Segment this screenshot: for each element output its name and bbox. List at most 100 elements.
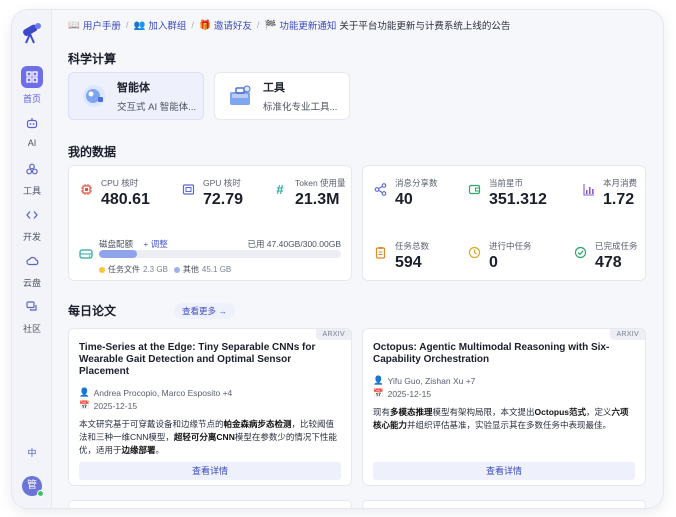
source-tag: ARXIV bbox=[316, 329, 351, 340]
gift-icon: 🎁 bbox=[199, 19, 211, 31]
science-section-title: 科学计算 bbox=[68, 52, 117, 66]
paper-authors: 👤 Yifu Guo, Zishan Xu +7 bbox=[373, 375, 476, 386]
paper-authors: 👤 Andrea Procopio, Marco Esposito +4 bbox=[79, 387, 233, 398]
app-window: 首页 AI 工具 开发 云盘 社区 中 管 📖 用户手册 / 👥 加入群组 / … bbox=[12, 10, 663, 508]
sidebar-item-label: 开发 bbox=[22, 232, 41, 242]
check-circle-icon bbox=[573, 245, 587, 259]
stat-label: 已完成任务 bbox=[595, 241, 638, 251]
hash-icon: # bbox=[276, 181, 284, 197]
stat-label: 进行中任务 bbox=[489, 241, 532, 251]
handbook-link[interactable]: 📖 用户手册 bbox=[68, 18, 121, 33]
sidebar-item-label: 首页 bbox=[22, 94, 41, 104]
stat-value: 594 bbox=[395, 254, 422, 271]
calendar-icon: 📅 bbox=[373, 388, 384, 398]
user-icon: 👤 bbox=[373, 375, 384, 385]
legend-other: 其他 45.1 GB bbox=[173, 264, 231, 275]
tasks-running-stat: 进行中任务 0 bbox=[467, 240, 532, 272]
adjust-quota-button[interactable]: + 调整 bbox=[143, 239, 167, 249]
sidebar-item-community[interactable]: 社区 bbox=[12, 296, 52, 335]
gpu-card-icon bbox=[181, 182, 195, 196]
stat-value: 40 bbox=[395, 191, 413, 208]
tool-desc: 交互式 AI 智能体... bbox=[117, 102, 197, 113]
my-data-section-title: 我的数据 bbox=[68, 145, 117, 159]
sidebar-item-label: AI bbox=[27, 138, 37, 148]
bar-chart-icon bbox=[581, 182, 595, 196]
top-links-bar: 📖 用户手册 / 👥 加入群组 / 🎁 邀请好友 / 🏁 功能更新通知 关于平台… bbox=[68, 18, 510, 33]
tool-name: 智能体 bbox=[117, 82, 150, 94]
sidebar-item-ai[interactable]: AI bbox=[12, 112, 52, 148]
stat-value: 0 bbox=[489, 254, 498, 271]
gpu-stat: GPU 核时 72.79 bbox=[181, 177, 243, 209]
sidebar-item-home[interactable]: 首页 bbox=[12, 66, 52, 105]
notice-label: 功能更新通知 bbox=[279, 21, 337, 32]
avatar-initial: 管 bbox=[27, 480, 37, 491]
paper-date: 📅 2025-12-15 bbox=[79, 400, 138, 411]
home-grid-icon bbox=[21, 66, 43, 88]
paper-card-next bbox=[362, 500, 646, 508]
month-spend-stat: 本月消费 1.72 bbox=[581, 177, 637, 209]
invite-label: 邀请好友 bbox=[213, 21, 252, 32]
sidebar-item-cloud[interactable]: 云盘 bbox=[12, 250, 52, 289]
wallet-icon bbox=[467, 182, 481, 196]
stat-value: 480.61 bbox=[101, 191, 150, 208]
invite-link[interactable]: 🎁 邀请好友 bbox=[199, 18, 252, 33]
papers-section-title: 每日论文 bbox=[68, 304, 117, 318]
disk-drive-icon bbox=[79, 249, 93, 259]
sidebar-item-label: 工具 bbox=[22, 186, 41, 196]
user-avatar[interactable]: 管 bbox=[22, 476, 44, 497]
notice-link[interactable]: 🏁 功能更新通知 bbox=[264, 18, 337, 33]
stat-value: 72.79 bbox=[203, 191, 244, 208]
flag-icon: 🏁 bbox=[264, 19, 277, 31]
online-status-dot bbox=[37, 490, 44, 497]
view-details-button[interactable]: 查看详情 bbox=[79, 462, 341, 480]
disk-label: 磁盘配额 bbox=[99, 239, 134, 249]
stat-label: 本月消费 bbox=[603, 178, 638, 188]
sidebar-item-tools[interactable]: 工具 bbox=[12, 158, 52, 197]
paper-title[interactable]: Octopus: Agentic Multimodal Reasoning wi… bbox=[373, 342, 623, 366]
tool-card-agent[interactable]: 智能体 交互式 AI 智能体... bbox=[68, 72, 204, 120]
paper-summary: 现有多模态推理模型有架构局限，本文提出Octopus范式，定义六项核心能力并组织… bbox=[373, 407, 629, 430]
tool-desc: 标准化专业工具... bbox=[263, 102, 338, 113]
tasks-done-stat: 已完成任务 478 bbox=[573, 240, 638, 272]
stat-label: 消息分享数 bbox=[395, 178, 438, 188]
coins-stat: 当前星币 351.312 bbox=[467, 177, 547, 209]
stat-label: GPU 核时 bbox=[203, 178, 241, 188]
code-icon bbox=[21, 204, 43, 226]
tool-card-tools[interactable]: 工具 标准化专业工具... bbox=[214, 72, 350, 120]
disk-usage-bar bbox=[99, 250, 341, 258]
stat-label: CPU 核时 bbox=[101, 178, 139, 188]
messages-stat: 消息分享数 40 bbox=[373, 177, 438, 209]
view-more-button[interactable]: 查看更多 → bbox=[174, 303, 235, 319]
group-icon: 👥 bbox=[133, 19, 146, 31]
paper-card[interactable]: ARXIV Time-Series at the Edge: Tiny Sepa… bbox=[68, 328, 352, 486]
toolbox-icon bbox=[230, 85, 251, 105]
sidebar-item-label: 云盘 bbox=[22, 278, 41, 288]
cpu-chip-icon bbox=[79, 182, 93, 196]
tool-name: 工具 bbox=[263, 82, 285, 94]
token-stat: # Token 使用量 21.3M bbox=[273, 177, 345, 209]
robot-icon bbox=[21, 112, 43, 134]
paper-card[interactable]: ARXIV Octopus: Agentic Multimodal Reason… bbox=[362, 328, 646, 486]
sidebar-item-dev[interactable]: 开发 bbox=[12, 204, 52, 243]
disk-quota-row: 磁盘配额 + 调整 已用 47.40GB/300.00GB bbox=[99, 238, 341, 250]
stat-label: 任务总数 bbox=[395, 241, 430, 251]
view-details-button[interactable]: 查看详情 bbox=[373, 462, 635, 480]
stat-value: 478 bbox=[595, 254, 622, 271]
disk-usage-fill bbox=[99, 250, 138, 258]
notice-text[interactable]: 关于平台功能更新与计费系统上线的公告 bbox=[339, 18, 510, 32]
paper-summary: 本文研究基于可穿戴设备和边缘节点的帕金森病步态检测，比较阈值法和三种一维CNN模… bbox=[79, 419, 337, 455]
cloud-icon bbox=[21, 250, 43, 272]
book-icon: 📖 bbox=[68, 19, 80, 31]
telescope-logo-icon[interactable] bbox=[20, 21, 44, 45]
tools-icon bbox=[21, 158, 43, 180]
language-toggle[interactable]: 中 bbox=[12, 446, 52, 459]
paper-title[interactable]: Time-Series at the Edge: Tiny Separable … bbox=[79, 342, 329, 378]
sidebar: 首页 AI 工具 开发 云盘 社区 中 管 bbox=[12, 10, 52, 508]
tasks-total-stat: 任务总数 594 bbox=[373, 240, 429, 272]
chat-icon bbox=[21, 296, 43, 318]
join-group-link[interactable]: 👥 加入群组 bbox=[133, 18, 187, 33]
cpu-stat: CPU 核时 480.61 bbox=[79, 177, 150, 209]
resource-card: CPU 核时 480.61 GPU 核时 72.79 # Token 使用量 2… bbox=[68, 165, 352, 281]
share-icon bbox=[373, 182, 387, 196]
clipboard-icon bbox=[373, 245, 387, 259]
